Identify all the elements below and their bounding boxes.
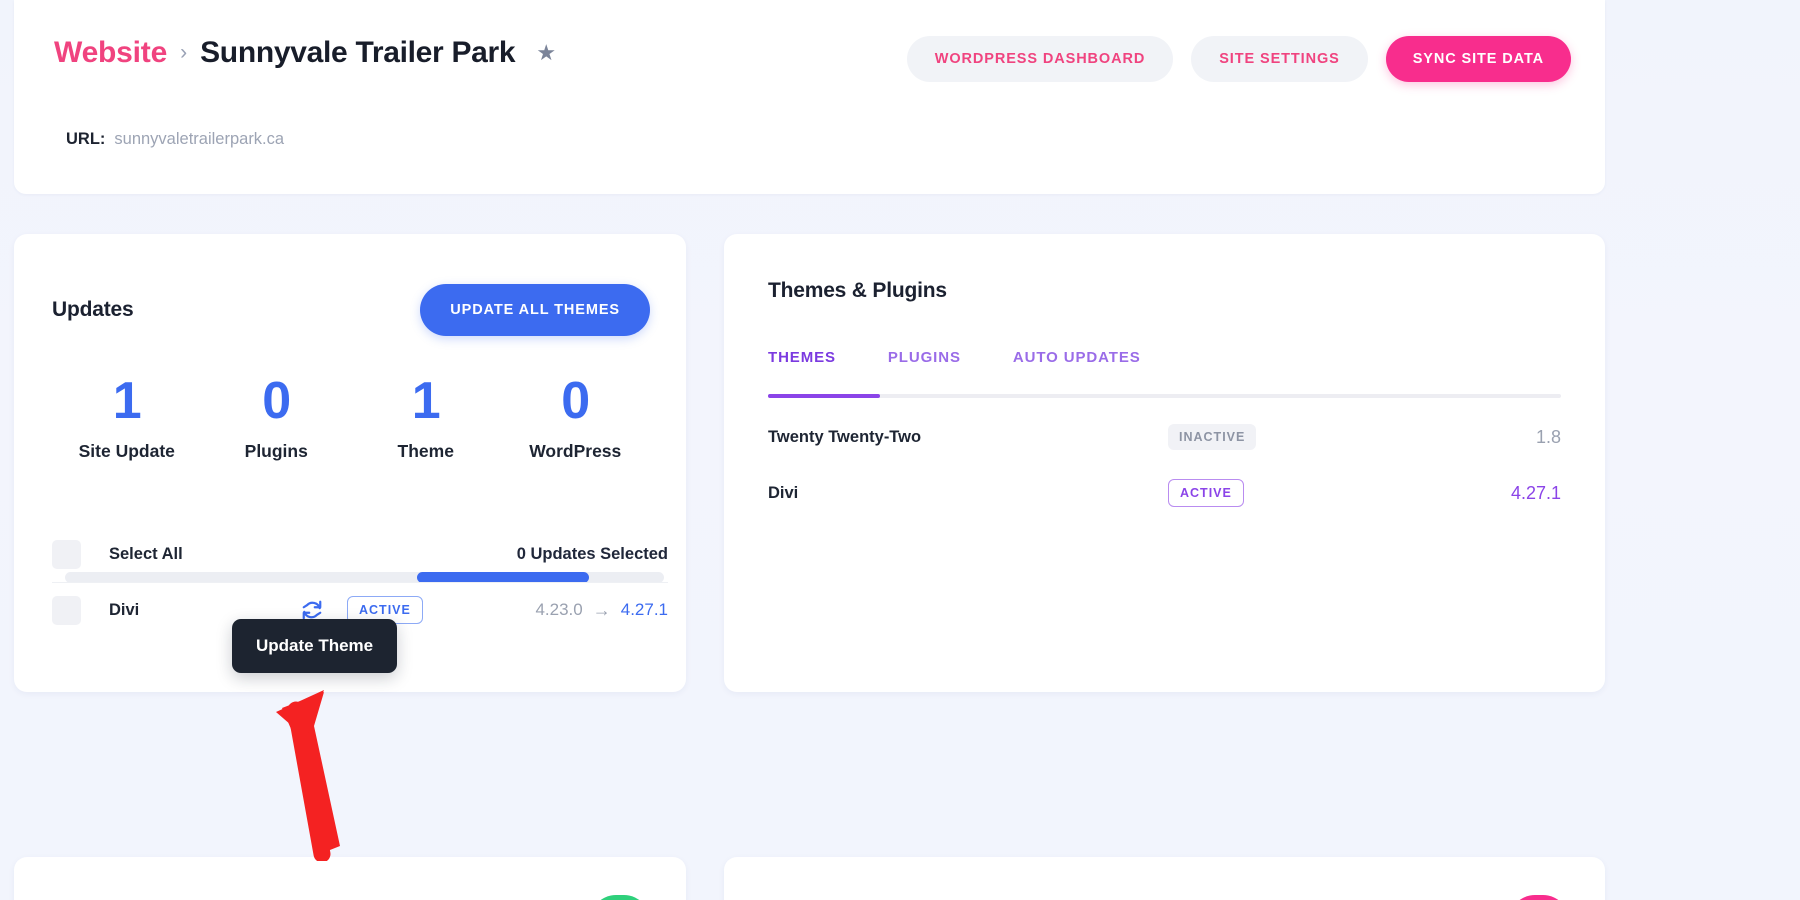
version-new: 4.27.1: [621, 600, 668, 620]
tabs-underline-active: [768, 394, 880, 398]
arrow-right-icon: →: [593, 600, 611, 621]
select-all-label: Select All: [109, 545, 299, 564]
update-all-themes-button[interactable]: UPDATE ALL THEMES: [420, 284, 650, 336]
stat-site-update: 1 Site Update: [52, 374, 202, 462]
stat-wordpress: 0 WordPress: [501, 374, 651, 462]
themes-plugins-card: Themes & Plugins THEMES PLUGINS AUTO UPD…: [724, 234, 1605, 692]
themes-plugins-tabs: THEMES PLUGINS AUTO UPDATES: [768, 349, 1561, 384]
update-theme-tooltip: Update Theme: [232, 619, 397, 673]
stat-value: 0: [202, 374, 352, 429]
theme-version: 4.27.1: [1511, 483, 1561, 504]
updates-stats: 1 Site Update 0 Plugins 1 Theme 0 WordPr…: [52, 374, 650, 462]
system-status-report-card: System Status Report: [14, 857, 686, 900]
row-checkbox[interactable]: [52, 596, 81, 625]
breadcrumb: Website › Sunnyvale Trailer Park ★: [54, 36, 556, 70]
theme-version: 1.8: [1536, 427, 1561, 448]
header-actions: WORDPRESS DASHBOARD SITE SETTINGS SYNC S…: [907, 36, 1571, 82]
stat-value: 1: [52, 374, 202, 429]
theme-name: Divi: [768, 484, 1168, 503]
breadcrumb-root-link[interactable]: Website: [54, 36, 167, 70]
wordpress-dashboard-button[interactable]: WORDPRESS DASHBOARD: [907, 36, 1173, 82]
tab-themes[interactable]: THEMES: [768, 349, 836, 384]
row-version: 4.23.0 → 4.27.1: [535, 600, 668, 621]
site-url-row: URL: sunnyvaletrailerpark.ca: [66, 130, 284, 149]
theme-row-divi[interactable]: Divi ACTIVE 4.27.1: [768, 468, 1561, 518]
chevron-right-icon: ›: [180, 41, 187, 65]
stat-theme: 1 Theme: [351, 374, 501, 462]
url-label: URL:: [66, 130, 105, 149]
stat-plugins: 0 Plugins: [202, 374, 352, 462]
app-page: Website › Sunnyvale Trailer Park ★ WORDP…: [0, 0, 1800, 900]
system-status-report-button[interactable]: [590, 895, 650, 900]
version-old: 4.23.0: [535, 600, 582, 620]
updates-title: Updates: [52, 298, 133, 322]
page-title: Sunnyvale Trailer Park: [200, 36, 515, 70]
stat-label: WordPress: [501, 441, 651, 462]
star-icon[interactable]: ★: [536, 42, 556, 64]
sync-site-data-button[interactable]: SYNC SITE DATA: [1386, 36, 1571, 82]
optimization-button[interactable]: [1509, 895, 1569, 900]
status-badge: ACTIVE: [1168, 479, 1244, 507]
select-all-checkbox[interactable]: [52, 540, 81, 569]
row-name: Divi: [109, 601, 299, 620]
tabs-underline-track: [768, 394, 1561, 398]
site-settings-button[interactable]: SITE SETTINGS: [1191, 36, 1367, 82]
tab-plugins[interactable]: PLUGINS: [888, 349, 961, 384]
url-value[interactable]: sunnyvaletrailerpark.ca: [114, 130, 284, 149]
theme-row-twenty-twenty-two[interactable]: Twenty Twenty-Two INACTIVE 1.8: [768, 412, 1561, 462]
stat-label: Theme: [351, 441, 501, 462]
site-header-card: Website › Sunnyvale Trailer Park ★ WORDP…: [14, 0, 1605, 194]
themes-plugins-title: Themes & Plugins: [768, 279, 947, 303]
stat-value: 1: [351, 374, 501, 429]
stat-label: Site Update: [52, 441, 202, 462]
status-badge: INACTIVE: [1168, 424, 1256, 450]
stat-label: Plugins: [202, 441, 352, 462]
tab-auto-updates[interactable]: AUTO UPDATES: [1013, 349, 1141, 384]
red-arrow-annotation: [262, 686, 372, 861]
select-all-row: Select All 0 Updates Selected: [52, 526, 668, 582]
updates-selected-count: 0 Updates Selected: [517, 545, 668, 564]
stat-value: 0: [501, 374, 651, 429]
optimization-card: Optimization: [724, 857, 1605, 900]
updates-card-header: Updates UPDATE ALL THEMES: [52, 284, 650, 336]
theme-name: Twenty Twenty-Two: [768, 428, 1168, 447]
